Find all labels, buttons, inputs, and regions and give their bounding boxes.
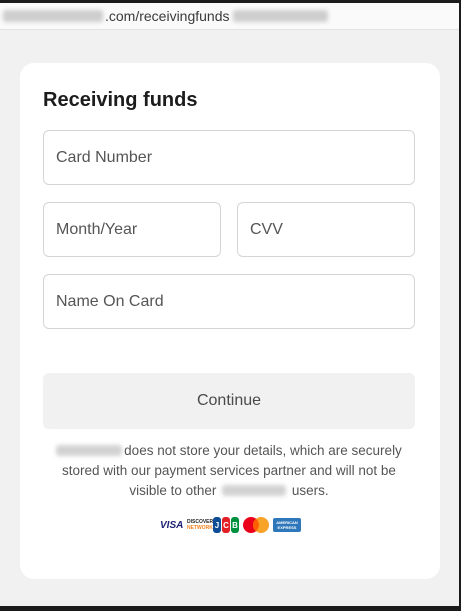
card-number-input[interactable]: Card Number [43, 130, 415, 185]
payment-logos: VISA DISCOVER NETWORK J C B AMERICAN EXP… [160, 515, 301, 535]
amex-logo-line2: EXPRESS [277, 525, 297, 530]
cvv-placeholder: CVV [250, 220, 283, 238]
jcb-logo-b: B [231, 517, 239, 533]
card-number-placeholder: Card Number [56, 148, 153, 166]
privacy-disclaimer: does not store your details, which are s… [46, 441, 412, 501]
window-frame-bottom [0, 606, 461, 611]
jcb-logo-j: J [213, 517, 221, 533]
redacted-brand-name [56, 445, 123, 456]
redacted-domain [3, 10, 103, 22]
url-path: .com/receivingfunds [105, 8, 230, 24]
redacted-url-suffix [232, 10, 328, 22]
amex-logo: AMERICAN EXPRESS [273, 518, 301, 532]
month-year-input[interactable]: Month/Year [43, 202, 221, 257]
jcb-logo: J C B [213, 517, 239, 533]
mastercard-logo [243, 517, 269, 533]
page-title: Receiving funds [43, 89, 198, 111]
discover-logo-subtext: NETWORK [187, 525, 213, 531]
address-bar[interactable]: .com/receivingfunds [0, 3, 459, 30]
continue-button[interactable]: Continue [43, 373, 415, 429]
payment-card-panel: Receiving funds Card Number Month/Year C… [20, 63, 440, 579]
name-on-card-placeholder: Name On Card [56, 292, 164, 310]
disclaimer-text-end: users. [291, 483, 329, 498]
jcb-logo-c: C [222, 517, 230, 533]
cvv-input[interactable]: CVV [237, 202, 415, 257]
redacted-brand-name [222, 485, 287, 496]
name-on-card-input[interactable]: Name On Card [43, 274, 415, 329]
month-year-placeholder: Month/Year [56, 220, 138, 238]
visa-logo: VISA [160, 519, 184, 531]
discover-logo: DISCOVER NETWORK [187, 519, 213, 531]
